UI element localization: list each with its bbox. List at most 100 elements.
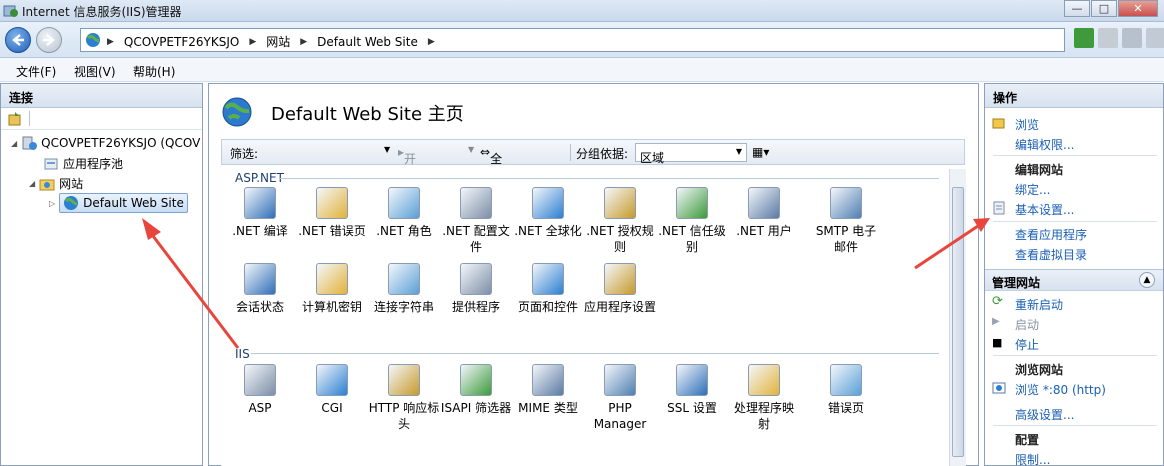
app-pool-icon <box>44 158 58 169</box>
back-button[interactable] <box>5 27 31 53</box>
close-button[interactable]: ✕ <box>1118 0 1158 17</box>
menu-bar: 文件(F) 视图(V) 帮助(H) <box>0 58 1164 82</box>
aspnet-feature-label: .NET 信任级 <box>658 224 726 238</box>
title-bar: Internet 信息服务(IIS)管理器 — □ ✕ <box>0 0 1164 22</box>
chevron-right-icon: ▶ <box>107 36 114 47</box>
iis-feature-icon <box>532 364 564 396</box>
crumb-server[interactable]: QCOVPETF26YKSJO <box>124 35 239 49</box>
vertical-scrollbar[interactable] <box>949 169 966 466</box>
iis-feature[interactable]: 错误页 <box>809 364 883 416</box>
iis-feature[interactable]: ASP <box>223 364 297 416</box>
tree-node-sites[interactable]: ◢ 网站 <box>29 175 83 192</box>
filter-label: 筛选: <box>230 147 259 161</box>
features-pane: Default Web Site 主页 筛选: ▼ ▸ 开始(G) ▼ ⇔全部显… <box>208 83 979 466</box>
aspnet-feature-label: 应用程序设置 <box>583 300 656 314</box>
menu-view[interactable]: 视图(V) <box>74 63 116 80</box>
aspnet-feature[interactable]: .NET 信任级别 <box>655 187 729 255</box>
aspnet-feature-label: .NET 配置文 <box>442 224 510 238</box>
maximize-button[interactable]: □ <box>1091 0 1117 17</box>
aspnet-feature[interactable]: 连接字符串 <box>367 263 441 315</box>
connect-icon[interactable] <box>7 111 23 127</box>
divider <box>993 425 1157 426</box>
iis-feature-label: MIME 类型 <box>518 401 578 415</box>
aspnet-feature[interactable]: .NET 错误页 <box>295 187 369 239</box>
aspnet-feature-label: .NET 编译 <box>232 224 288 238</box>
iis-feature[interactable]: PHP Manager <box>583 364 657 432</box>
crumb-sites[interactable]: 网站 <box>266 33 290 50</box>
iis-feature-label: SSL 设置 <box>667 401 717 415</box>
iis-feature[interactable]: MIME 类型 <box>511 364 585 416</box>
aspnet-feature[interactable]: .NET 全球化 <box>511 187 585 239</box>
crumb-site[interactable]: Default Web Site <box>317 35 418 49</box>
iis-feature-icon <box>748 364 780 396</box>
aspnet-feature[interactable]: .NET 编译 <box>223 187 297 239</box>
help-icon[interactable] <box>1146 28 1164 48</box>
aspnet-feature[interactable]: .NET 授权规则 <box>583 187 657 255</box>
home-icon[interactable] <box>1122 28 1142 48</box>
chevron-right-icon: ▶ <box>300 36 308 47</box>
aspnet-feature[interactable]: SMTP 电子 邮件 <box>809 187 883 255</box>
collapse-arrow-icon[interactable]: ◢ <box>29 179 35 188</box>
page-title: Default Web Site 主页 <box>271 104 464 125</box>
actions-title: 操作 <box>985 84 1163 108</box>
iis-feature[interactable]: CGI <box>295 364 369 416</box>
scroll-thumb[interactable] <box>952 187 964 457</box>
aspnet-feature[interactable]: .NET 角色 <box>367 187 441 239</box>
filter-input[interactable] <box>264 143 394 162</box>
view-mode-button[interactable]: ▦▾ <box>752 145 769 159</box>
iis-app-icon <box>3 5 18 17</box>
iis-feature-label: ASP <box>248 401 272 415</box>
iis-feature-label: ISAPI 筛选器 <box>440 401 512 415</box>
forward-button[interactable] <box>36 27 62 53</box>
minimize-button[interactable]: — <box>1064 0 1090 17</box>
aspnet-feature-icon <box>388 187 420 219</box>
expand-arrow-icon[interactable]: ▷ <box>49 199 55 208</box>
aspnet-feature-icon <box>244 187 276 219</box>
aspnet-feature[interactable]: 提供程序 <box>439 263 513 315</box>
aspnet-feature[interactable]: .NET 用户 <box>727 187 801 239</box>
manage-site-header[interactable]: 管理网站 ▲ <box>985 269 1163 291</box>
start-button[interactable]: ▸ 开始(G) <box>398 145 423 198</box>
tree-node-default-site[interactable]: ▷ Default Web Site <box>49 193 188 213</box>
stop-icon[interactable] <box>1098 28 1118 48</box>
globe-icon <box>64 196 79 210</box>
address-box[interactable]: ▶ QCOVPETF26YKSJO ▶ 网站 ▶ Default Web Sit… <box>80 28 1065 52</box>
aspnet-feature[interactable]: 页面和控件 <box>511 263 585 315</box>
aspnet-feature-label: .NET 用户 <box>736 224 792 238</box>
tree-node-server[interactable]: ◢ QCOVPETF26YKSJO (QCOV <box>11 135 200 151</box>
chevron-down-icon[interactable]: ▼ <box>468 145 474 154</box>
website-globe-icon <box>222 97 252 127</box>
menu-help[interactable]: 帮助(H) <box>133 63 175 80</box>
collapse-arrow-icon[interactable]: ◢ <box>11 139 17 148</box>
iis-feature[interactable]: SSL 设置 <box>655 364 729 416</box>
group-by-select[interactable]: 区域 ▼ <box>635 143 747 165</box>
stop-icon: ■ <box>992 336 1003 349</box>
aspnet-feature-label: 会话状态 <box>235 300 284 314</box>
aspnet-feature[interactable]: 计算机密钥 <box>295 263 369 315</box>
aspnet-feature-icon <box>748 187 780 219</box>
forward-arrow-icon <box>43 34 55 46</box>
show-all-button[interactable]: ⇔全部显示(A) <box>480 145 508 232</box>
chevron-right-icon: ▶ <box>427 36 435 47</box>
filter-toolbar: 筛选: ▼ ▸ 开始(G) ▼ ⇔全部显示(A) 分组依据: 区域 ▼ ▦▾ <box>221 139 965 232</box>
aspnet-feature[interactable]: 会话状态 <box>223 263 297 315</box>
group-divider <box>251 353 939 354</box>
collapse-icon[interactable]: ▲ <box>1139 272 1155 288</box>
folder-browse-icon <box>992 118 1005 129</box>
tree-node-apppools[interactable]: 应用程序池 <box>43 155 123 172</box>
iis-feature-icon <box>830 364 862 396</box>
iis-feature[interactable]: HTTP 响应标头 <box>367 364 441 432</box>
iis-feature-icon <box>244 364 276 396</box>
iis-feature-label: HTTP 响应标 <box>368 401 440 415</box>
iis-feature[interactable]: 处理程序映射 <box>727 364 801 432</box>
menu-file[interactable]: 文件(F) <box>16 63 56 80</box>
connections-toolbar <box>1 108 202 130</box>
refresh-icon[interactable] <box>1074 28 1094 48</box>
iis-feature-label: PHP <box>608 401 632 415</box>
iis-feature[interactable]: ISAPI 筛选器 <box>439 364 513 416</box>
aspnet-feature[interactable]: 应用程序设置 <box>583 263 657 315</box>
aspnet-feature-label: 则 <box>613 240 626 254</box>
chevron-down-icon[interactable]: ▼ <box>384 145 390 154</box>
aspnet-feature[interactable]: .NET 配置文件 <box>439 187 513 255</box>
aspnet-feature-icon <box>830 187 862 219</box>
